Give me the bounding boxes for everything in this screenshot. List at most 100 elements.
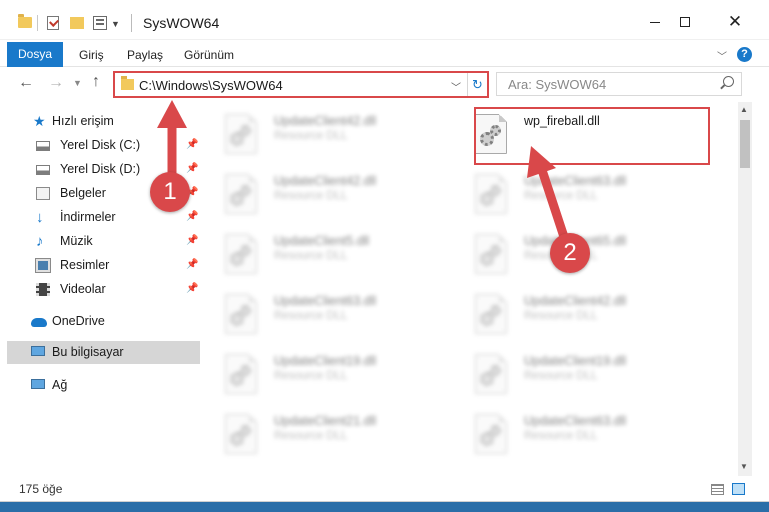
- close-button[interactable]: ✕: [712, 8, 758, 36]
- item-count: 175 öğe: [19, 482, 63, 496]
- pictures-icon: [35, 258, 51, 273]
- quick-access-toolbar-dropdown-icon[interactable]: ▼: [111, 19, 120, 29]
- sidebar-item-label: Hızlı erişim: [52, 114, 114, 128]
- expand-ribbon-chevron-icon[interactable]: ﹀: [717, 48, 727, 63]
- new-folder-icon[interactable]: [70, 17, 84, 29]
- sidebar-item-label: OneDrive: [52, 314, 105, 328]
- help-icon[interactable]: ?: [737, 47, 752, 62]
- search-box[interactable]: Ara: SysWOW64: [496, 72, 742, 96]
- dll-file-icon: [225, 294, 257, 334]
- scrollbar-thumb[interactable]: [740, 120, 750, 168]
- file-name: UpdateClient19.dll: [524, 354, 627, 368]
- navigation-pane: ★ Hızlı erişim Yerel Disk (C:) 📌 Yerel D…: [0, 102, 203, 476]
- minimize-icon: [650, 21, 660, 23]
- star-icon: ★: [33, 113, 46, 129]
- dll-file-icon: [225, 414, 257, 454]
- list-item[interactable]: UpdateClient5.dll Resource DLL: [205, 226, 450, 282]
- tab-share[interactable]: Paylaş: [127, 45, 163, 67]
- dll-file-icon: [475, 234, 507, 274]
- maximize-icon: [680, 17, 690, 27]
- file-name: UpdateClient42.dll: [274, 114, 377, 128]
- tab-view[interactable]: Görünüm: [184, 45, 234, 67]
- close-icon: ✕: [727, 12, 743, 31]
- sidebar-item-network[interactable]: Ağ: [0, 374, 198, 397]
- sidebar-item-quick-access[interactable]: ★ Hızlı erişim: [0, 110, 198, 133]
- cloud-icon: [31, 318, 47, 327]
- address-folder-icon: [121, 76, 134, 90]
- file-type: Resource DLL: [274, 430, 348, 442]
- file-type: Resource DLL: [274, 370, 348, 382]
- dll-file-icon: [475, 354, 507, 394]
- desktop-background: [0, 502, 769, 512]
- address-bar[interactable]: C:\Windows\SysWOW64 ﹀ ↻: [113, 71, 489, 98]
- back-arrow-icon[interactable]: ←: [18, 74, 34, 92]
- window-title: SysWOW64: [143, 15, 220, 31]
- sidebar-item-this-pc[interactable]: Bu bilgisayar: [7, 341, 200, 364]
- list-item[interactable]: UpdateClient21.dll Resource DLL: [205, 406, 450, 462]
- recent-locations-chevron-icon[interactable]: ▼: [73, 78, 82, 88]
- sidebar-item-videos[interactable]: Videolar 📌: [0, 278, 200, 301]
- toolbar-separator: [37, 15, 38, 31]
- dll-file-icon: [225, 114, 257, 154]
- pin-icon[interactable]: 📌: [186, 259, 198, 270]
- file-name: UpdateClient5.dll: [274, 234, 370, 248]
- forward-arrow-icon[interactable]: →: [48, 74, 64, 92]
- scroll-down-icon[interactable]: ▼: [740, 462, 748, 471]
- maximize-button[interactable]: [662, 8, 708, 36]
- vertical-scrollbar[interactable]: ▲ ▼: [738, 102, 752, 476]
- dll-file-icon: [475, 294, 507, 334]
- details-view-icon[interactable]: [711, 484, 724, 495]
- properties-check-icon[interactable]: [47, 16, 59, 30]
- up-arrow-icon[interactable]: ↑: [92, 73, 100, 91]
- sidebar-item-label: İndirmeler: [60, 210, 116, 224]
- search-placeholder[interactable]: Ara: SysWOW64: [508, 77, 606, 92]
- computer-icon: [31, 346, 45, 356]
- file-type: Resource DLL: [524, 190, 598, 202]
- pin-icon[interactable]: 📌: [186, 163, 198, 174]
- ribbon-tabs: Dosya Giriş Paylaş Görünüm ﹀ ?: [0, 41, 769, 67]
- file-name: UpdateClient63.dll: [274, 294, 377, 308]
- list-item[interactable]: UpdateClient42.dll Resource DLL: [455, 286, 700, 342]
- step-1-badge: 1: [150, 172, 190, 212]
- file-type: Resource DLL: [274, 250, 348, 262]
- list-item[interactable]: UpdateClient63.dll Resource DLL: [455, 166, 700, 222]
- large-icons-view-icon[interactable]: [732, 483, 745, 495]
- pin-icon[interactable]: 📌: [186, 283, 198, 294]
- list-item[interactable]: UpdateClient63.dll Resource DLL: [205, 286, 450, 342]
- scroll-up-icon[interactable]: ▲: [740, 105, 748, 114]
- file-name: UpdateClient19.dll: [274, 354, 377, 368]
- file-name: UpdateClient63.dll: [524, 414, 627, 428]
- list-item[interactable]: UpdateClient42.dll Resource DLL: [205, 166, 450, 222]
- folder-icon: [18, 14, 32, 28]
- sidebar-item-label: Resimler: [60, 258, 110, 272]
- file-type: Resource DLL: [524, 430, 598, 442]
- refresh-icon[interactable]: ↻: [467, 73, 487, 96]
- pin-icon[interactable]: 📌: [186, 139, 198, 150]
- sidebar-item-music[interactable]: ♪ Müzik 📌: [0, 230, 200, 253]
- sidebar-item-onedrive[interactable]: OneDrive: [0, 310, 198, 333]
- address-history-chevron-icon[interactable]: ﹀: [451, 79, 461, 94]
- sidebar-item-label: Yerel Disk (C:): [60, 138, 141, 152]
- list-item[interactable]: UpdateClient19.dll Resource DLL: [455, 346, 700, 402]
- dll-file-icon: [475, 414, 507, 454]
- search-icon[interactable]: [723, 76, 734, 87]
- documents-icon: [36, 187, 50, 200]
- file-name: UpdateClient42.dll: [524, 294, 627, 308]
- pin-icon[interactable]: 📌: [186, 211, 198, 222]
- list-item[interactable]: UpdateClient19.dll Resource DLL: [205, 346, 450, 402]
- dll-file-icon: [225, 234, 257, 274]
- network-icon: [31, 379, 45, 389]
- sidebar-item-label: Videolar: [60, 282, 106, 296]
- videos-icon: [36, 283, 50, 296]
- sidebar-item-pictures[interactable]: Resimler 📌: [0, 254, 200, 277]
- tab-file[interactable]: Dosya: [7, 42, 63, 67]
- tab-home[interactable]: Giriş: [79, 45, 104, 67]
- list-item[interactable]: UpdateClient63.dll Resource DLL: [455, 406, 700, 462]
- sidebar-item-local-disk-c[interactable]: Yerel Disk (C:) 📌: [0, 134, 200, 157]
- list-item[interactable]: UpdateClient42.dll Resource DLL: [205, 106, 450, 162]
- address-path[interactable]: C:\Windows\SysWOW64: [139, 78, 283, 93]
- rename-icon[interactable]: [93, 16, 107, 30]
- pin-icon[interactable]: 📌: [186, 235, 198, 246]
- file-type: Resource DLL: [274, 190, 348, 202]
- download-icon: ↓: [36, 209, 44, 226]
